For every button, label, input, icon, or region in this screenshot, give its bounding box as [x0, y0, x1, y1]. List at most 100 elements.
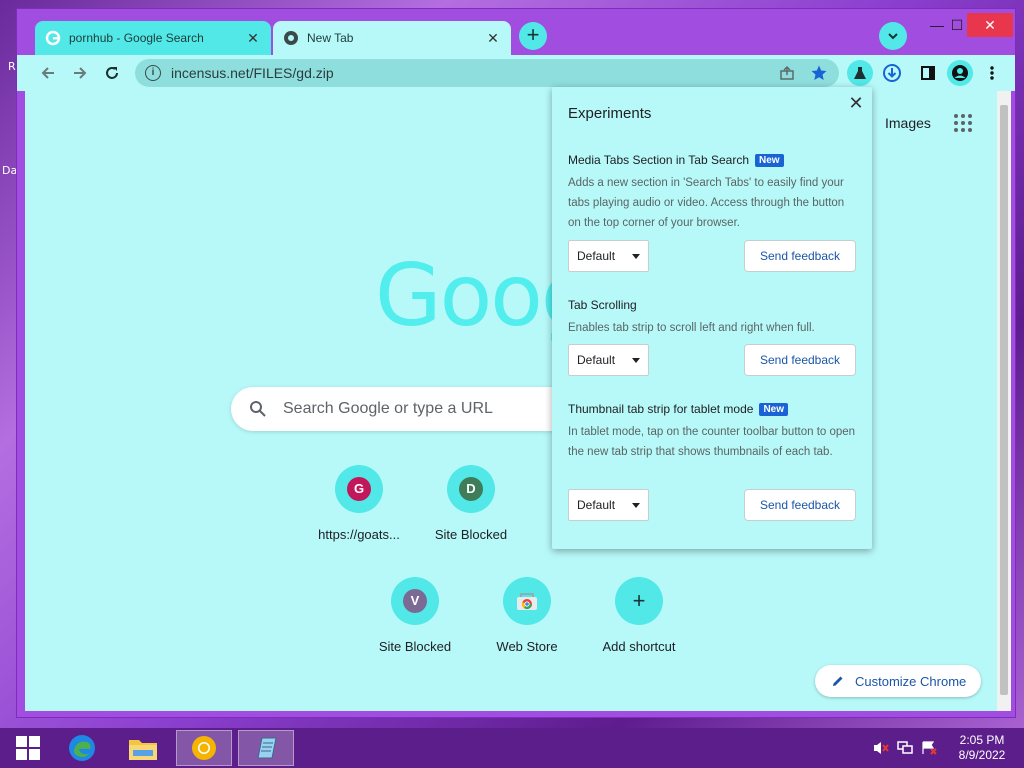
system-clock[interactable]: 2:05 PM 8/9/2022	[948, 733, 1016, 763]
experiment-state-select[interactable]: Default	[568, 344, 649, 376]
forward-button[interactable]	[67, 60, 93, 86]
labs-button[interactable]	[847, 60, 873, 86]
menu-button[interactable]	[979, 60, 1005, 86]
experiment-title: Tab Scrolling	[568, 298, 637, 312]
profile-button[interactable]	[947, 60, 973, 86]
experiment-controls: Default Send feedback	[568, 344, 856, 376]
send-feedback-button[interactable]: Send feedback	[744, 489, 856, 521]
experiment-controls: Default Send feedback	[568, 489, 856, 521]
shortcut-letter-icon: V	[403, 589, 427, 613]
experiment-state-select[interactable]: Default	[568, 489, 649, 521]
experiment-state-select[interactable]: Default	[568, 240, 649, 272]
back-button[interactable]	[35, 60, 61, 86]
shortcut-label: Site Blocked	[378, 639, 452, 654]
new-tab-button[interactable]: +	[519, 22, 547, 50]
experiments-title: Experiments	[568, 105, 652, 122]
close-window-button[interactable]: ✕	[967, 13, 1013, 37]
send-feedback-button[interactable]: Send feedback	[744, 240, 856, 272]
tab-title: pornhub - Google Search	[69, 31, 204, 45]
shortcut-icon-bg: +	[615, 577, 663, 625]
experiment-item: Tab Scrolling Enables tab strip to scrol…	[568, 298, 858, 338]
bookmark-star-icon[interactable]	[809, 63, 829, 83]
avatar-icon	[952, 65, 968, 81]
shortcut-letter-icon: G	[347, 477, 371, 501]
tab-pornhub-search[interactable]: pornhub - Google Search ✕	[35, 21, 271, 55]
experiment-title: Thumbnail tab strip for tablet mode	[568, 402, 754, 416]
share-icon[interactable]	[777, 63, 797, 83]
close-tab-icon[interactable]: ✕	[245, 30, 261, 46]
experiment-title-row: Thumbnail tab strip for tablet mode New	[568, 402, 858, 416]
shortcut-tile[interactable]: D Site Blocked	[415, 465, 527, 542]
experiment-title-row: Tab Scrolling	[568, 298, 858, 312]
customize-label: Customize Chrome	[855, 673, 967, 689]
edge-taskbar-icon[interactable]	[54, 730, 110, 766]
reload-icon	[106, 67, 118, 79]
select-value: Default	[577, 498, 616, 512]
shortcut-label: Web Store	[496, 639, 558, 654]
file-explorer-taskbar-icon[interactable]	[115, 730, 171, 766]
chevron-down-icon	[888, 33, 898, 40]
start-button[interactable]	[0, 730, 56, 766]
search-icon	[250, 401, 266, 417]
volume-muted-icon[interactable]	[872, 740, 890, 756]
chrome-icon	[283, 30, 299, 46]
back-arrow-icon	[41, 67, 54, 79]
plus-icon: +	[632, 588, 646, 613]
desktop-icon-label: Da	[2, 164, 18, 177]
site-info-icon[interactable]: i	[145, 65, 161, 81]
clock-time: 2:05 PM	[959, 733, 1005, 747]
action-center-flag-icon[interactable]	[920, 740, 938, 756]
shortcut-tile[interactable]: G https://goats...	[303, 465, 415, 542]
kebab-menu-icon	[990, 66, 994, 80]
tab-title: New Tab	[307, 31, 354, 45]
select-value: Default	[577, 353, 616, 367]
close-tab-icon[interactable]: ✕	[485, 30, 501, 46]
shortcut-tile[interactable]: V Site Blocked	[359, 577, 471, 654]
google-apps-icon[interactable]	[953, 113, 973, 133]
google-g-icon	[45, 30, 61, 46]
web-store-icon	[517, 593, 537, 610]
experiment-description: Enables tab strip to scroll left and rig…	[568, 322, 815, 334]
toolbar: i incensus.net/FILES/gd.zip	[17, 55, 1015, 91]
notepad-taskbar-icon[interactable]	[238, 730, 294, 766]
side-panel-button[interactable]	[915, 60, 941, 86]
select-value: Default	[577, 249, 616, 263]
pencil-icon	[833, 676, 843, 686]
shortcut-label: https://goats...	[318, 527, 400, 542]
scrollbar-thumb[interactable]	[1000, 105, 1008, 695]
desktop-icon-label: R	[8, 60, 16, 73]
shortcut-label: Site Blocked	[434, 527, 508, 542]
taskbar: 2:05 PM 8/9/2022	[0, 728, 1024, 768]
add-shortcut-tile[interactable]: + Add shortcut	[583, 577, 695, 654]
experiment-description: Adds a new section in 'Search Tabs' to e…	[568, 177, 845, 229]
experiment-item: Thumbnail tab strip for tablet mode New …	[568, 402, 858, 462]
dropdown-caret-icon	[632, 503, 640, 508]
experiment-title-row: Media Tabs Section in Tab Search New	[568, 153, 858, 167]
experiment-description: In tablet mode, tap on the counter toolb…	[568, 426, 856, 458]
page-scrollbar[interactable]	[997, 91, 1011, 711]
experiments-popup: Experiments ✕ Media Tabs Section in Tab …	[552, 87, 872, 549]
experiment-controls: Default Send feedback	[568, 240, 856, 272]
dropdown-caret-icon	[632, 358, 640, 363]
experiment-title: Media Tabs Section in Tab Search	[568, 153, 750, 167]
chrome-taskbar-icon[interactable]	[176, 730, 232, 766]
close-icon[interactable]: ✕	[846, 93, 866, 114]
download-icon	[883, 64, 901, 82]
send-feedback-button[interactable]: Send feedback	[744, 344, 856, 376]
shortcut-tile[interactable]: Web Store	[471, 577, 583, 654]
network-icon[interactable]	[896, 740, 914, 756]
new-badge: New	[759, 402, 788, 416]
tab-new-tab[interactable]: New Tab ✕	[273, 21, 511, 55]
forward-arrow-icon	[74, 67, 87, 79]
reload-button[interactable]	[99, 60, 125, 86]
address-bar[interactable]: i incensus.net/FILES/gd.zip	[135, 59, 839, 87]
url-text: incensus.net/FILES/gd.zip	[171, 65, 334, 81]
shortcut-icon-bg	[503, 577, 551, 625]
shortcut-label: Add shortcut	[602, 639, 676, 654]
shortcut-letter-icon: D	[459, 477, 483, 501]
customize-chrome-button[interactable]: Customize Chrome	[815, 665, 981, 697]
dropdown-caret-icon	[632, 254, 640, 259]
images-link[interactable]: Images	[885, 115, 931, 131]
downloads-button[interactable]	[879, 60, 905, 86]
tab-search-button[interactable]	[879, 22, 907, 50]
